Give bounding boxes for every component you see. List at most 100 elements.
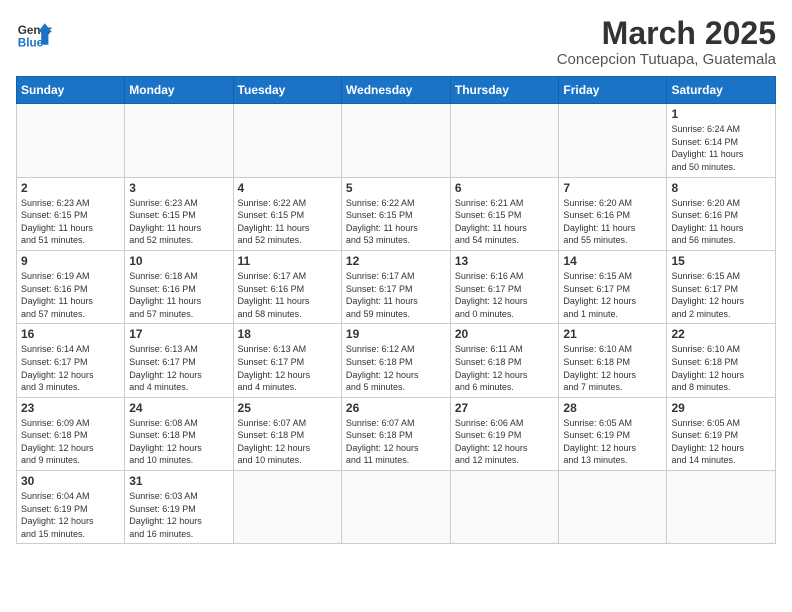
day-info: Sunrise: 6:23 AM Sunset: 6:15 PM Dayligh…: [21, 197, 120, 247]
day-header-wednesday: Wednesday: [341, 77, 450, 104]
day-info: Sunrise: 6:17 AM Sunset: 6:17 PM Dayligh…: [346, 270, 446, 320]
day-number: 5: [346, 181, 446, 195]
calendar-table: SundayMondayTuesdayWednesdayThursdayFrid…: [16, 76, 776, 544]
calendar-cell: 26 Sunrise: 6:07 AM Sunset: 6:18 PM Dayli…: [341, 397, 450, 470]
calendar-cell: 9 Sunrise: 6:19 AM Sunset: 6:16 PM Daylig…: [17, 250, 125, 323]
day-info: Sunrise: 6:07 AM Sunset: 6:18 PM Dayligh…: [238, 417, 337, 467]
day-number: 9: [21, 254, 120, 268]
logo-icon: General Blue: [16, 16, 52, 52]
calendar-cell: 20 Sunrise: 6:11 AM Sunset: 6:18 PM Dayli…: [450, 324, 559, 397]
day-info: Sunrise: 6:15 AM Sunset: 6:17 PM Dayligh…: [563, 270, 662, 320]
calendar-cell: 21Sunrise: 6:10 AM Sunset: 6:18 PM Dayli…: [559, 324, 667, 397]
day-info: Sunrise: 6:16 AM Sunset: 6:17 PM Dayligh…: [455, 270, 555, 320]
day-info: Sunrise: 6:04 AM Sunset: 6:19 PM Dayligh…: [21, 490, 120, 540]
day-number: 20: [455, 327, 555, 341]
day-info: Sunrise: 6:17 AM Sunset: 6:16 PM Dayligh…: [238, 270, 337, 320]
day-number: 28: [563, 401, 662, 415]
day-info: Sunrise: 6:03 AM Sunset: 6:19 PM Dayligh…: [129, 490, 228, 540]
day-number: 24: [129, 401, 228, 415]
day-header-thursday: Thursday: [450, 77, 559, 104]
day-info: Sunrise: 6:10 AM Sunset: 6:18 PM Dayligh…: [563, 343, 662, 393]
calendar-cell: [125, 104, 233, 177]
calendar-cell: 24 Sunrise: 6:08 AM Sunset: 6:18 PM Dayli…: [125, 397, 233, 470]
day-number: 29: [671, 401, 771, 415]
day-info: Sunrise: 6:11 AM Sunset: 6:18 PM Dayligh…: [455, 343, 555, 393]
calendar-cell: 10Sunrise: 6:18 AM Sunset: 6:16 PM Dayli…: [125, 250, 233, 323]
day-info: Sunrise: 6:19 AM Sunset: 6:16 PM Dayligh…: [21, 270, 120, 320]
calendar-week-3: 9 Sunrise: 6:19 AM Sunset: 6:16 PM Daylig…: [17, 250, 776, 323]
day-info: Sunrise: 6:21 AM Sunset: 6:15 PM Dayligh…: [455, 197, 555, 247]
day-number: 2: [21, 181, 120, 195]
day-number: 17: [129, 327, 228, 341]
day-header-tuesday: Tuesday: [233, 77, 341, 104]
day-info: Sunrise: 6:22 AM Sunset: 6:15 PM Dayligh…: [346, 197, 446, 247]
calendar-cell: 14 Sunrise: 6:15 AM Sunset: 6:17 PM Dayli…: [559, 250, 667, 323]
calendar-header: SundayMondayTuesdayWednesdayThursdayFrid…: [17, 77, 776, 104]
calendar-cell: 17 Sunrise: 6:13 AM Sunset: 6:17 PM Dayli…: [125, 324, 233, 397]
calendar-cell: 3 Sunrise: 6:23 AM Sunset: 6:15 PM Daylig…: [125, 177, 233, 250]
day-info: Sunrise: 6:23 AM Sunset: 6:15 PM Dayligh…: [129, 197, 228, 247]
calendar-cell: [341, 471, 450, 544]
day-info: Sunrise: 6:13 AM Sunset: 6:17 PM Dayligh…: [238, 343, 337, 393]
day-number: 6: [455, 181, 555, 195]
day-info: Sunrise: 6:20 AM Sunset: 6:16 PM Dayligh…: [671, 197, 771, 247]
calendar-cell: 30 Sunrise: 6:04 AM Sunset: 6:19 PM Dayli…: [17, 471, 125, 544]
day-info: Sunrise: 6:13 AM Sunset: 6:17 PM Dayligh…: [129, 343, 228, 393]
calendar-cell: 12Sunrise: 6:17 AM Sunset: 6:17 PM Dayli…: [341, 250, 450, 323]
calendar-cell: 28 Sunrise: 6:05 AM Sunset: 6:19 PM Dayli…: [559, 397, 667, 470]
day-header-monday: Monday: [125, 77, 233, 104]
calendar-cell: [450, 104, 559, 177]
day-number: 11: [238, 254, 337, 268]
calendar-cell: [17, 104, 125, 177]
calendar-cell: [233, 104, 341, 177]
day-number: 3: [129, 181, 228, 195]
calendar-cell: 5 Sunrise: 6:22 AM Sunset: 6:15 PM Daylig…: [341, 177, 450, 250]
logo: General Blue: [16, 16, 52, 52]
page-header: General Blue March 2025 Concepcion Tutua…: [16, 16, 776, 68]
calendar-cell: [559, 104, 667, 177]
day-info: Sunrise: 6:05 AM Sunset: 6:19 PM Dayligh…: [563, 417, 662, 467]
calendar-cell: 8Sunrise: 6:20 AM Sunset: 6:16 PM Daylig…: [667, 177, 776, 250]
calendar-cell: [233, 471, 341, 544]
day-number: 22: [671, 327, 771, 341]
calendar-cell: 19 Sunrise: 6:12 AM Sunset: 6:18 PM Dayli…: [341, 324, 450, 397]
day-number: 30: [21, 474, 120, 488]
day-number: 4: [238, 181, 337, 195]
day-header-friday: Friday: [559, 77, 667, 104]
day-info: Sunrise: 6:07 AM Sunset: 6:18 PM Dayligh…: [346, 417, 446, 467]
day-number: 25: [238, 401, 337, 415]
day-info: Sunrise: 6:05 AM Sunset: 6:19 PM Dayligh…: [671, 417, 771, 467]
calendar-cell: 13Sunrise: 6:16 AM Sunset: 6:17 PM Dayli…: [450, 250, 559, 323]
calendar-week-6: 30 Sunrise: 6:04 AM Sunset: 6:19 PM Dayli…: [17, 471, 776, 544]
calendar-cell: [341, 104, 450, 177]
day-number: 27: [455, 401, 555, 415]
day-number: 26: [346, 401, 446, 415]
day-info: Sunrise: 6:22 AM Sunset: 6:15 PM Dayligh…: [238, 197, 337, 247]
day-info: Sunrise: 6:08 AM Sunset: 6:18 PM Dayligh…: [129, 417, 228, 467]
day-header-saturday: Saturday: [667, 77, 776, 104]
day-number: 1: [671, 107, 771, 121]
day-info: Sunrise: 6:09 AM Sunset: 6:18 PM Dayligh…: [21, 417, 120, 467]
calendar-cell: 27Sunrise: 6:06 AM Sunset: 6:19 PM Dayli…: [450, 397, 559, 470]
day-number: 14: [563, 254, 662, 268]
day-header-sunday: Sunday: [17, 77, 125, 104]
calendar-week-2: 2 Sunrise: 6:23 AM Sunset: 6:15 PM Daylig…: [17, 177, 776, 250]
day-number: 18: [238, 327, 337, 341]
calendar-week-5: 23Sunrise: 6:09 AM Sunset: 6:18 PM Dayli…: [17, 397, 776, 470]
day-info: Sunrise: 6:24 AM Sunset: 6:14 PM Dayligh…: [671, 123, 771, 173]
day-info: Sunrise: 6:20 AM Sunset: 6:16 PM Dayligh…: [563, 197, 662, 247]
day-number: 7: [563, 181, 662, 195]
calendar-cell: 25 Sunrise: 6:07 AM Sunset: 6:18 PM Dayli…: [233, 397, 341, 470]
calendar-cell: 23Sunrise: 6:09 AM Sunset: 6:18 PM Dayli…: [17, 397, 125, 470]
location-subtitle: Concepcion Tutuapa, Guatemala: [557, 51, 776, 68]
day-number: 19: [346, 327, 446, 341]
day-info: Sunrise: 6:12 AM Sunset: 6:18 PM Dayligh…: [346, 343, 446, 393]
calendar-cell: 16Sunrise: 6:14 AM Sunset: 6:17 PM Dayli…: [17, 324, 125, 397]
calendar-cell: 6 Sunrise: 6:21 AM Sunset: 6:15 PM Daylig…: [450, 177, 559, 250]
day-number: 15: [671, 254, 771, 268]
calendar-cell: [559, 471, 667, 544]
day-number: 16: [21, 327, 120, 341]
day-info: Sunrise: 6:18 AM Sunset: 6:16 PM Dayligh…: [129, 270, 228, 320]
calendar-cell: 31Sunrise: 6:03 AM Sunset: 6:19 PM Dayli…: [125, 471, 233, 544]
day-info: Sunrise: 6:10 AM Sunset: 6:18 PM Dayligh…: [671, 343, 771, 393]
